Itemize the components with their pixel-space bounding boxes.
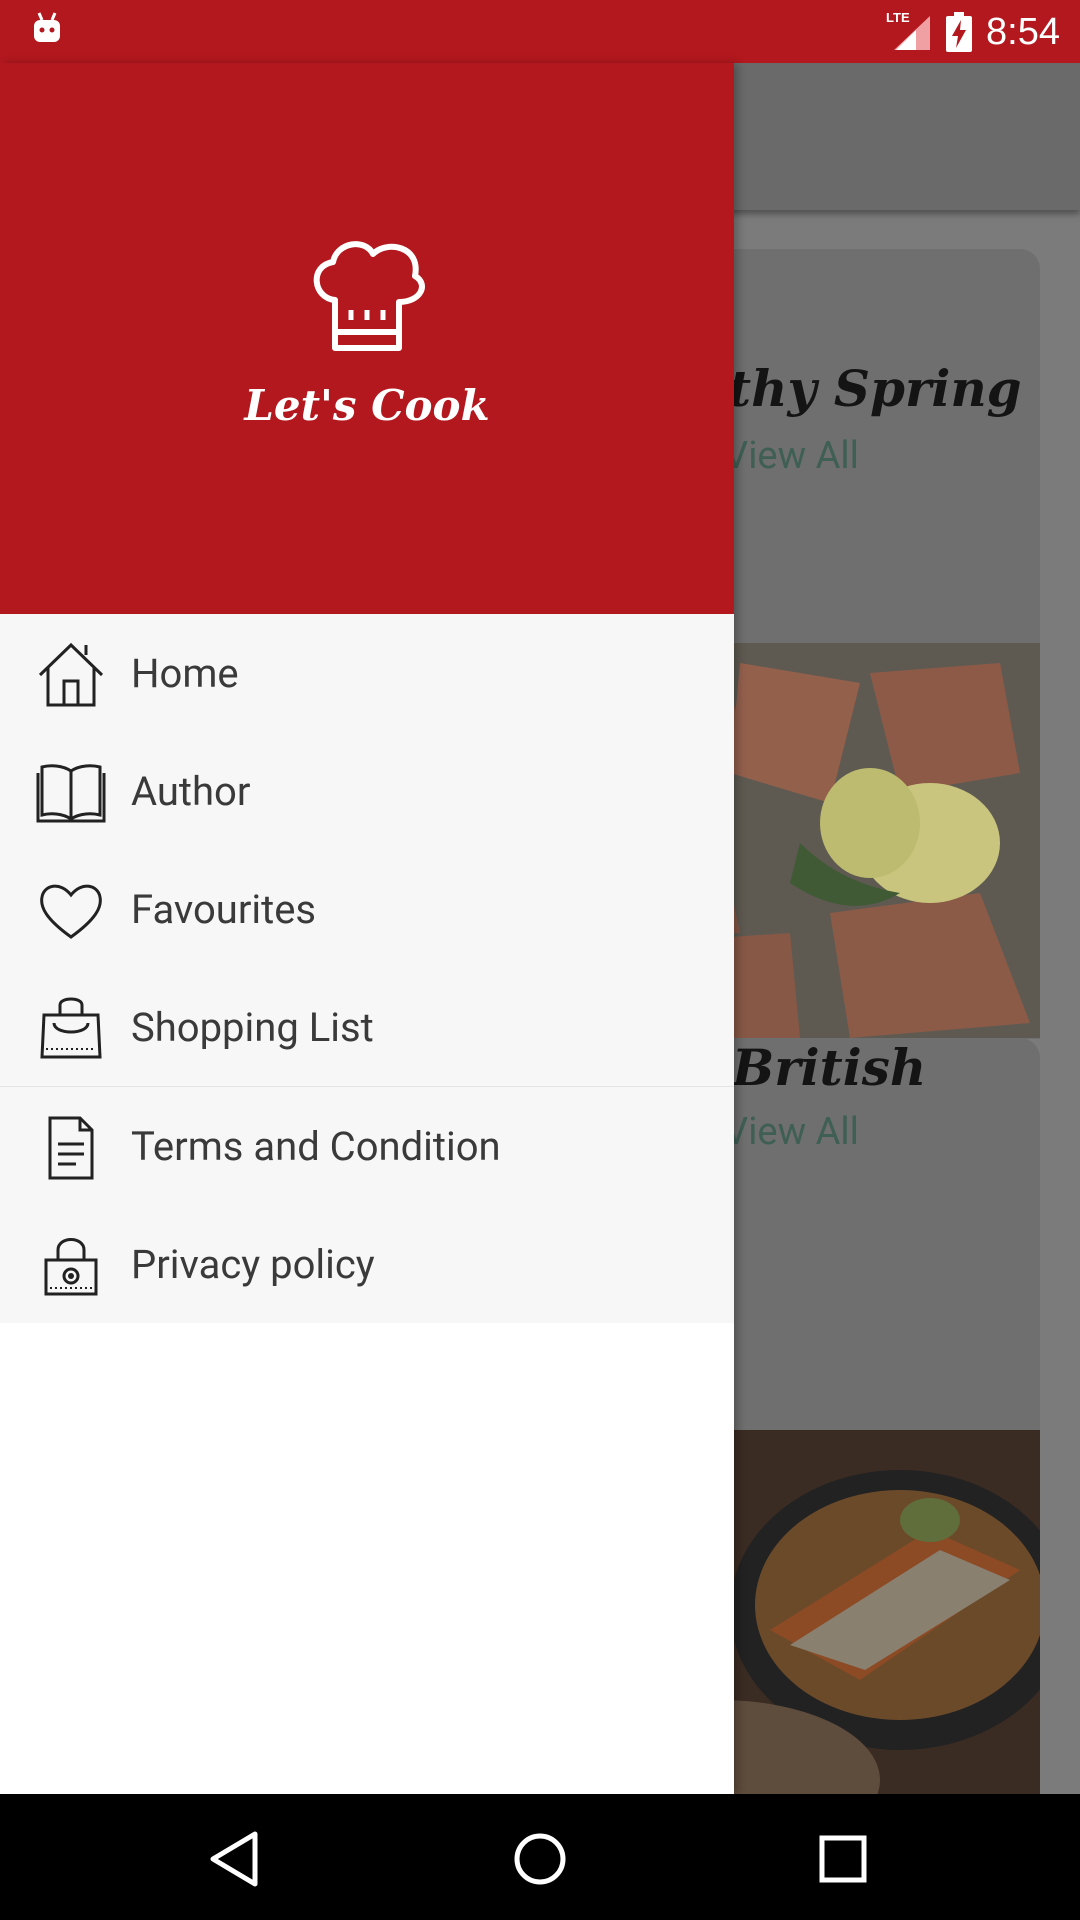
menu-item-label: Author xyxy=(131,767,251,815)
drawer-menu: Home Author Favourites Shopping List Ter… xyxy=(0,614,734,1323)
document-icon xyxy=(48,1116,94,1180)
app-title: Let's Cook xyxy=(244,381,490,430)
menu-item-label: Terms and Condition xyxy=(131,1122,501,1170)
card-title: thy Spring xyxy=(728,359,1022,418)
navigation-drawer: Let's Cook Home Author Favourites Shoppi… xyxy=(0,63,734,1794)
menu-item-label: Favourites xyxy=(131,885,317,933)
book-icon xyxy=(36,764,106,823)
home-circle-icon[interactable] xyxy=(505,1824,575,1894)
heart-icon xyxy=(40,884,102,939)
menu-item-label: Privacy policy xyxy=(131,1240,375,1288)
menu-item-privacy[interactable]: Privacy policy xyxy=(0,1205,734,1323)
view-all-link[interactable]: View All xyxy=(724,434,859,478)
card-title: British xyxy=(732,1038,927,1097)
menu-item-home[interactable]: Home xyxy=(0,614,734,732)
recents-icon[interactable] xyxy=(808,1824,878,1894)
menu-item-label: Shopping List xyxy=(131,1003,374,1051)
shopping-bag-icon xyxy=(40,997,102,1059)
status-bar: LTE 8:54 xyxy=(0,0,1080,63)
status-time: 8:54 xyxy=(986,10,1060,53)
menu-item-favourites[interactable]: Favourites xyxy=(0,850,734,968)
battery-charging-icon xyxy=(946,12,973,52)
menu-item-author[interactable]: Author xyxy=(0,732,734,850)
menu-item-terms[interactable]: Terms and Condition xyxy=(0,1087,734,1205)
menu-item-label: Home xyxy=(131,649,239,697)
view-all-link[interactable]: View All xyxy=(724,1110,859,1154)
android-debug-icon xyxy=(34,12,60,42)
home-icon xyxy=(38,642,104,707)
system-navigation-bar xyxy=(0,1794,1080,1920)
signal-icon: LTE xyxy=(886,10,932,52)
chef-hat-icon xyxy=(313,241,425,351)
back-icon[interactable] xyxy=(201,1824,271,1894)
menu-item-shopping-list[interactable]: Shopping List xyxy=(0,968,734,1086)
lock-icon xyxy=(44,1238,98,1296)
drawer-header: Let's Cook xyxy=(0,63,734,614)
